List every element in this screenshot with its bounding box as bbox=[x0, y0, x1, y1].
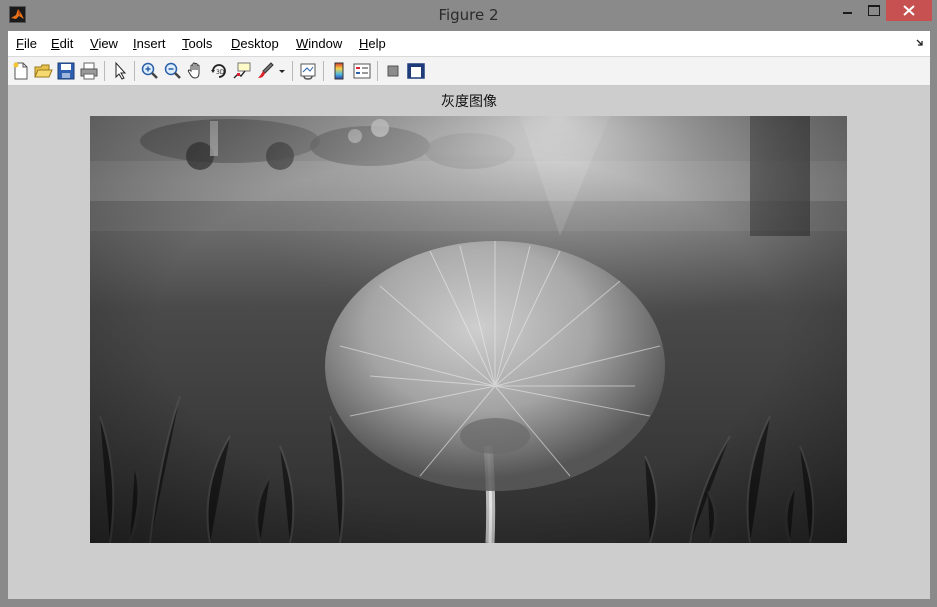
brush-icon[interactable] bbox=[256, 61, 276, 81]
zoom-out-icon[interactable] bbox=[163, 61, 183, 81]
show-plot-tools-icon[interactable] bbox=[406, 61, 426, 81]
axes-title: 灰度图像 bbox=[441, 94, 497, 110]
menu-bar: File Edit View Insert Tools Desktop Wind… bbox=[8, 31, 930, 57]
dock-arrow-icon[interactable] bbox=[916, 39, 924, 47]
close-icon bbox=[903, 5, 915, 16]
svg-text:3D: 3D bbox=[216, 69, 225, 76]
grayscale-dandelion-image[interactable] bbox=[90, 116, 847, 543]
maximize-button[interactable] bbox=[860, 0, 886, 21]
menu-desktop[interactable]: Desktop bbox=[231, 36, 279, 51]
brush-dropdown-icon[interactable] bbox=[277, 61, 287, 81]
minimize-button[interactable] bbox=[834, 0, 860, 21]
zoom-in-icon[interactable] bbox=[140, 61, 160, 81]
toolbar-separator bbox=[104, 61, 105, 81]
hide-plot-tools-icon[interactable] bbox=[383, 61, 403, 81]
new-figure-icon[interactable] bbox=[11, 61, 31, 81]
edit-plot-arrow-icon[interactable] bbox=[110, 61, 130, 81]
menu-file[interactable]: File bbox=[16, 36, 37, 51]
menu-view[interactable]: View bbox=[90, 36, 118, 51]
close-button[interactable] bbox=[886, 0, 932, 21]
title-bar[interactable]: Figure 2 bbox=[0, 0, 937, 31]
rotate-3d-icon[interactable]: 3D bbox=[209, 61, 229, 81]
pan-hand-icon[interactable] bbox=[186, 61, 206, 81]
figure-canvas[interactable]: 灰度图像 bbox=[8, 86, 930, 599]
menu-help[interactable]: Help bbox=[359, 36, 386, 51]
print-icon[interactable] bbox=[79, 61, 99, 81]
open-file-icon[interactable] bbox=[33, 61, 53, 81]
data-cursor-icon[interactable] bbox=[232, 61, 252, 81]
figure-toolbar: 3D bbox=[8, 57, 930, 86]
window-title: Figure 2 bbox=[438, 6, 499, 24]
figure-window: Figure 2 File Edit View Insert Tools Des… bbox=[0, 0, 937, 607]
toolbar-separator bbox=[134, 61, 135, 81]
save-icon[interactable] bbox=[56, 61, 76, 81]
toolbar-separator bbox=[323, 61, 324, 81]
menu-insert[interactable]: Insert bbox=[133, 36, 166, 51]
menu-window[interactable]: Window bbox=[296, 36, 342, 51]
toolbar-separator bbox=[377, 61, 378, 81]
legend-icon[interactable] bbox=[352, 61, 372, 81]
colorbar-icon[interactable] bbox=[329, 61, 349, 81]
toolbar-separator bbox=[292, 61, 293, 81]
menu-tools[interactable]: Tools bbox=[182, 36, 212, 51]
menu-edit[interactable]: Edit bbox=[51, 36, 73, 51]
link-plot-icon[interactable] bbox=[298, 61, 318, 81]
